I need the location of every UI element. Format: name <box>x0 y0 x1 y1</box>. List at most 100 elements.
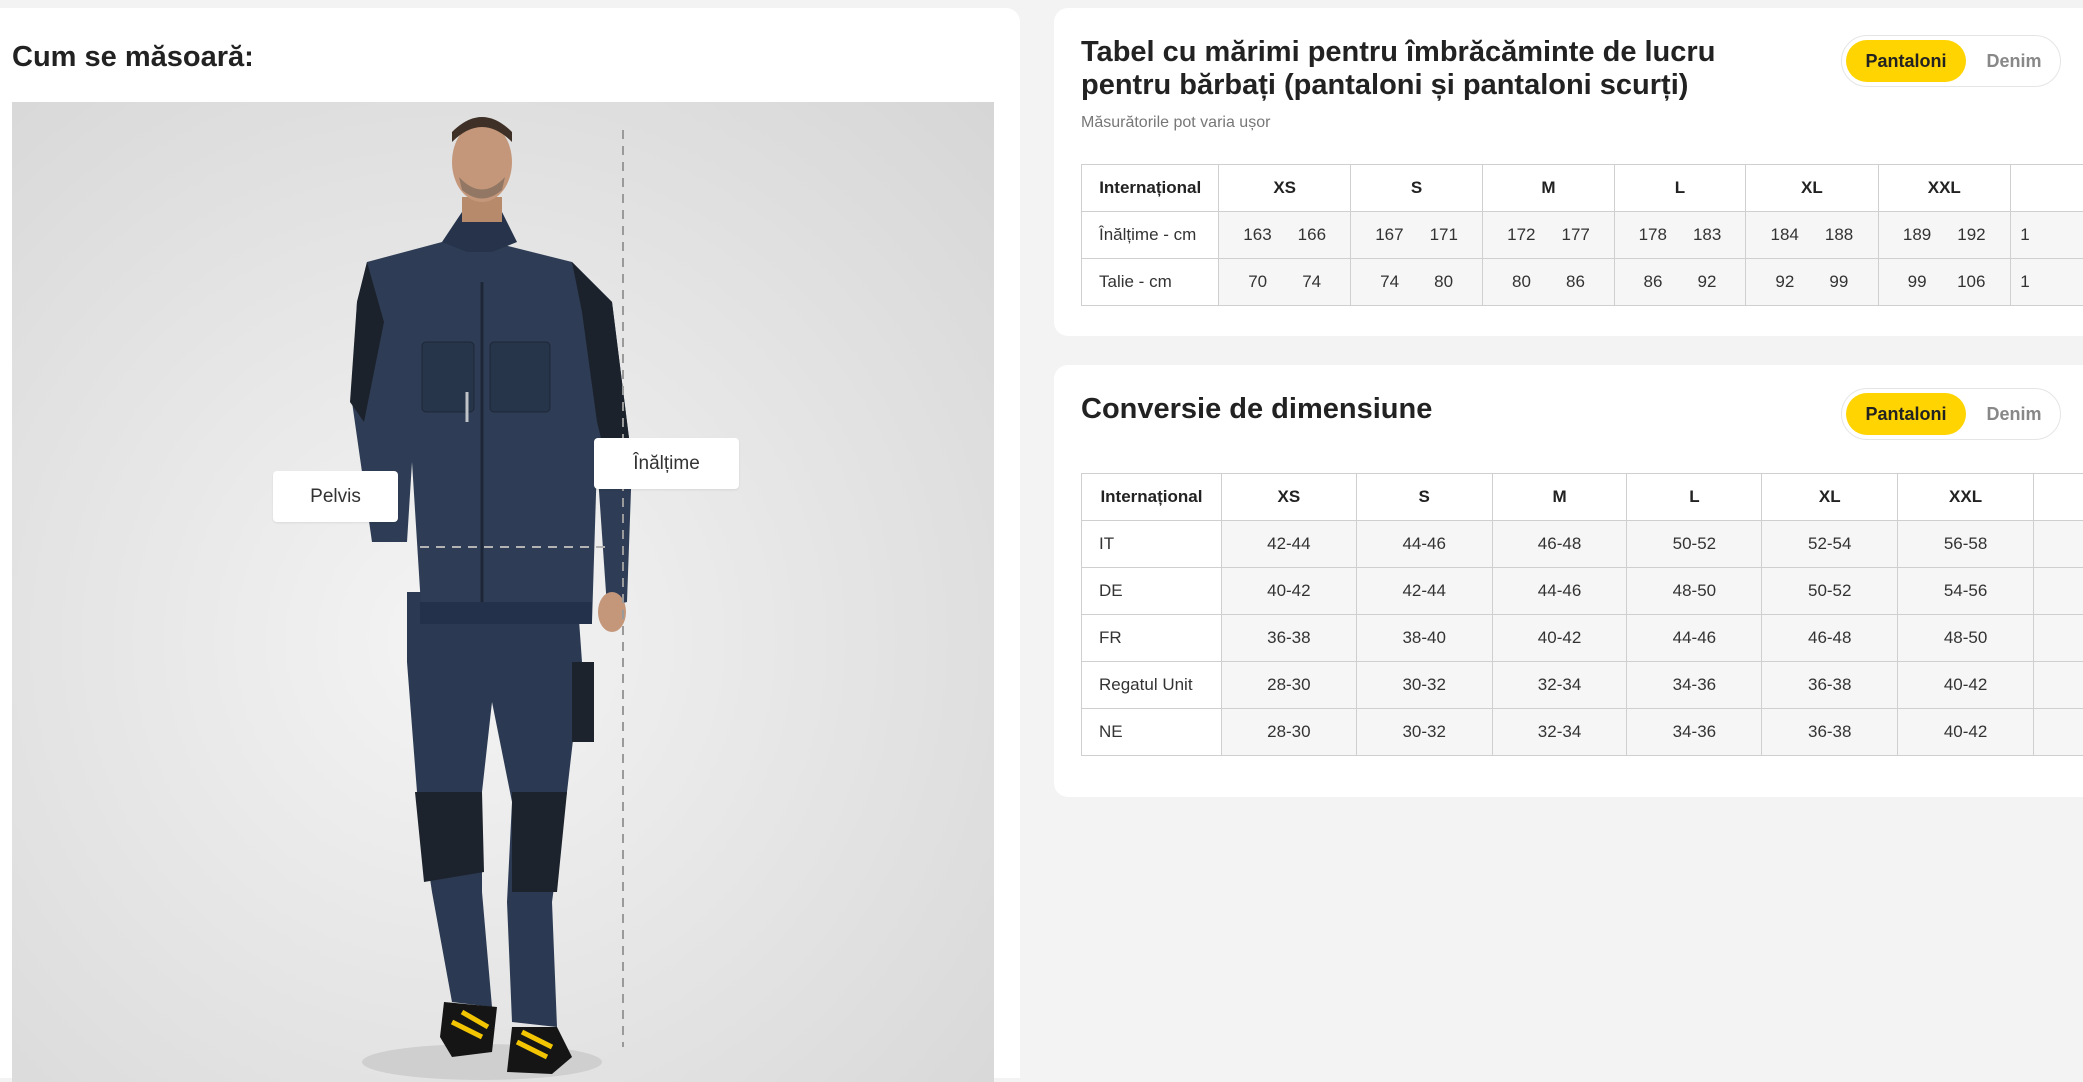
range-max: 80 <box>1430 272 1458 292</box>
column-header <box>2010 165 2083 212</box>
range-max: 177 <box>1562 225 1590 245</box>
range-min: 172 <box>1507 225 1535 245</box>
table-cell: 44-46 <box>1627 615 1762 662</box>
table-cell: 40-42 <box>1898 662 2034 709</box>
model-photo <box>12 102 994 1082</box>
range-max: 183 <box>1693 225 1721 245</box>
table-cell: 8086 <box>1483 259 1614 306</box>
table-cell: 28-30 <box>1221 709 1356 756</box>
column-header: XXL <box>1878 165 2010 212</box>
conversion-toggle: Pantaloni Denim <box>1841 388 2061 440</box>
range-min: 184 <box>1771 225 1799 245</box>
table-cell: 92 99 <box>1746 259 1878 306</box>
row-label: IT <box>1082 521 1222 568</box>
table-cell: 34-36 <box>1627 709 1762 756</box>
table-cell: 36-38 <box>1221 615 1356 662</box>
range-max: 86 <box>1562 272 1590 292</box>
table-row: IT42-4444-4646-4850-5252-5456-58 <box>1082 521 2083 568</box>
table-header-row: Internațional XS S M L XL XXL <box>1082 474 2083 521</box>
range-min: 189 <box>1903 225 1931 245</box>
conversion-table: Internațional XS S M L XL XXL IT42-4444-… <box>1081 473 2083 756</box>
column-header: L <box>1627 474 1762 521</box>
table-cell: 74 80 <box>1350 259 1482 306</box>
table-cell: 34-36 <box>1627 662 1762 709</box>
table-cell: 184188 <box>1746 212 1878 259</box>
table-cell: 178183 <box>1614 212 1745 259</box>
size-chart-title: Tabel cu mărimi pentru îmbrăcăminte de l… <box>1081 36 1801 102</box>
table-cell: 36-38 <box>1762 662 1898 709</box>
toggle-denim[interactable]: Denim <box>1970 393 2058 435</box>
table-cell <box>2034 662 2083 709</box>
column-header: S <box>1350 165 1482 212</box>
table-cell: 70 74 <box>1219 259 1350 306</box>
table-cell: 46-48 <box>1762 615 1898 662</box>
table-cell: 172 177 <box>1483 212 1614 259</box>
row-label: Talie - cm <box>1082 259 1219 306</box>
range-max: 92 <box>1693 272 1721 292</box>
pelvis-label: Pelvis <box>273 471 398 522</box>
column-header: Internațional <box>1082 165 1219 212</box>
table-cell <box>2034 521 2083 568</box>
table-cell: 163 166 <box>1219 212 1350 259</box>
range-max: 99 <box>1825 272 1853 292</box>
table-cell: 32-34 <box>1492 709 1627 756</box>
table-cell: 38-40 <box>1356 615 1492 662</box>
size-chart-table: Internațional XS S M L XL XXL Înălțime -… <box>1081 164 2083 306</box>
table-cell: 167 171 <box>1350 212 1482 259</box>
measure-title: Cum se măsoară: <box>12 41 254 74</box>
table-cell: 1 <box>2010 212 2083 259</box>
column-header: Internațional <box>1082 474 1222 521</box>
range-min: 1 <box>2011 225 2039 245</box>
range-max: 192 <box>1957 225 1985 245</box>
table-row: Înălțime - cm163166167171172177178183184… <box>1082 212 2083 259</box>
range-min: 167 <box>1375 225 1403 245</box>
table-cell: 48-50 <box>1627 568 1762 615</box>
column-header: M <box>1483 165 1614 212</box>
table-cell <box>2034 709 2083 756</box>
table-cell: 50-52 <box>1762 568 1898 615</box>
toggle-pantaloni[interactable]: Pantaloni <box>1846 40 1966 82</box>
toggle-denim[interactable]: Denim <box>1970 40 2058 82</box>
column-header: XXL <box>1898 474 2034 521</box>
range-min: 92 <box>1771 272 1799 292</box>
table-row: FR36-3838-4040-4244-4646-4848-50 <box>1082 615 2083 662</box>
row-label: DE <box>1082 568 1222 615</box>
height-label: Înălțime <box>594 438 739 489</box>
table-cell: 56-58 <box>1898 521 2034 568</box>
table-cell <box>2034 568 2083 615</box>
table-cell: 52-54 <box>1762 521 1898 568</box>
model-illustration <box>12 102 994 1082</box>
row-label: Regatul Unit <box>1082 662 1222 709</box>
table-cell <box>2034 615 2083 662</box>
table-cell: 1 <box>2010 259 2083 306</box>
table-row: NE28-3030-3232-3434-3636-3840-42 <box>1082 709 2083 756</box>
table-cell: 32-34 <box>1492 662 1627 709</box>
table-cell: 99106 <box>1878 259 2010 306</box>
table-cell: 50-52 <box>1627 521 1762 568</box>
table-cell: 48-50 <box>1898 615 2034 662</box>
range-max: 171 <box>1430 225 1458 245</box>
table-row: DE40-4242-4444-4648-5050-5254-56 <box>1082 568 2083 615</box>
table-cell: 30-32 <box>1356 709 1492 756</box>
table-cell: 36-38 <box>1762 709 1898 756</box>
range-min: 1 <box>2011 272 2039 292</box>
range-max: 166 <box>1298 225 1326 245</box>
range-max <box>2065 272 2083 292</box>
range-min: 70 <box>1244 272 1272 292</box>
column-header: XL <box>1762 474 1898 521</box>
table-cell: 44-46 <box>1492 568 1627 615</box>
toggle-pantaloni[interactable]: Pantaloni <box>1846 393 1966 435</box>
column-header: XS <box>1219 165 1350 212</box>
table-header-row: Internațional XS S M L XL XXL <box>1082 165 2083 212</box>
conversion-title: Conversie de dimensiune <box>1081 393 1432 426</box>
range-max <box>2065 225 2083 245</box>
range-max: 74 <box>1298 272 1326 292</box>
column-header: M <box>1492 474 1627 521</box>
table-cell: 189 192 <box>1878 212 2010 259</box>
size-chart-subtitle: Măsurătorile pot varia ușor <box>1081 114 1270 132</box>
range-min: 86 <box>1639 272 1667 292</box>
range-min: 163 <box>1243 225 1271 245</box>
table-row: Talie - cm70747480808686929299991061 <box>1082 259 2083 306</box>
range-min: 74 <box>1376 272 1404 292</box>
table-cell: 44-46 <box>1356 521 1492 568</box>
